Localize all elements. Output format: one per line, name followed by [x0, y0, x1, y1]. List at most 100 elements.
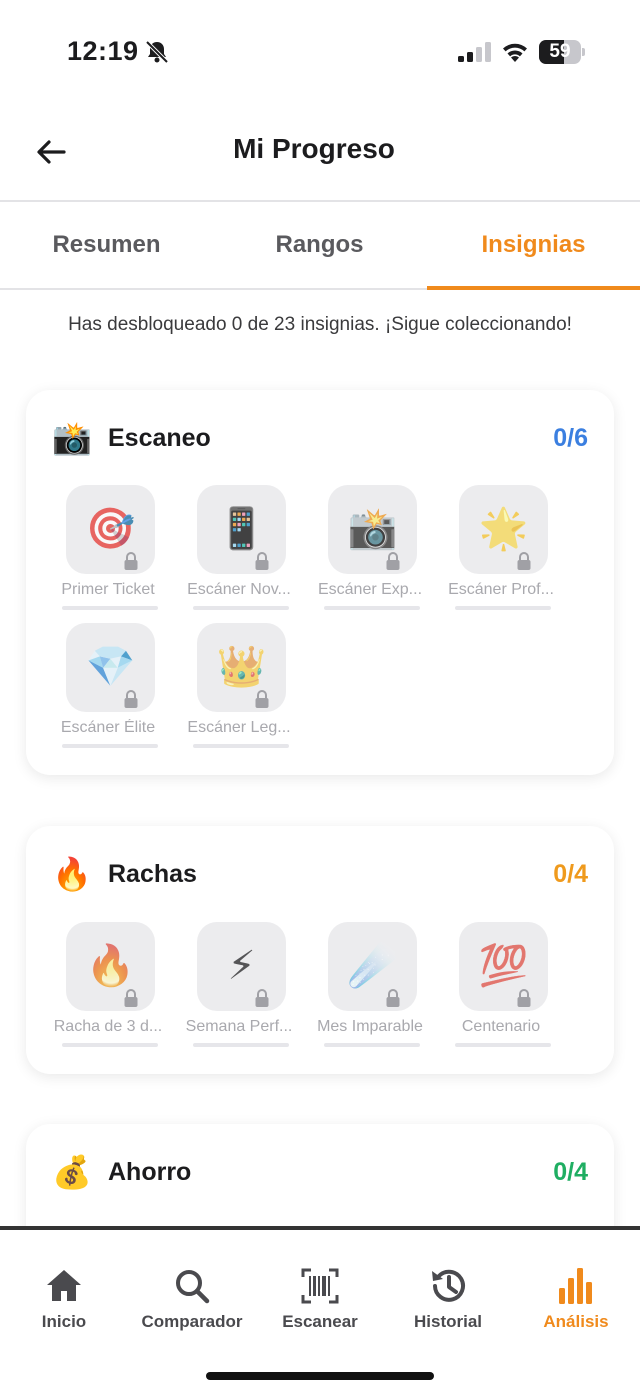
badge-tile: ☄️	[328, 922, 417, 1011]
battery-cap	[582, 48, 585, 56]
nav-label: Historial	[413, 1312, 483, 1331]
fire-icon: 🔥	[85, 944, 136, 988]
category-card-rachas: 🔥 Rachas 0/4 🔥 Racha de 3 d... ⚡ Semana …	[26, 826, 614, 1074]
badge-tile: ⚡	[197, 922, 286, 1011]
home-icon	[47, 1270, 81, 1301]
badges-summary: Has desbloqueado 0 de 23 insignias. ¡Sig…	[68, 314, 572, 335]
target-icon: 🎯	[85, 507, 136, 551]
lock-icon	[386, 552, 400, 570]
badge-escaner-novato[interactable]: 📱 Escáner Nov...	[183, 485, 295, 617]
badge-progress-bar	[193, 606, 289, 610]
category-count: 0/4	[553, 1158, 588, 1186]
camera-flash-icon: 📸	[347, 507, 398, 551]
tab-insignias[interactable]: Insignias	[427, 204, 640, 290]
badge-name: Escáner Nov...	[187, 581, 291, 598]
badge-semana-perfecta[interactable]: ⚡ Semana Perf...	[183, 922, 295, 1054]
history-icon	[432, 1269, 465, 1302]
category-title: Escaneo	[108, 424, 211, 452]
badge-mes-imparable[interactable]: ☄️ Mes Imparable	[314, 922, 426, 1054]
lock-icon	[255, 552, 269, 570]
badge-name: Escáner Exp...	[317, 581, 423, 598]
comet-icon: ☄️	[347, 944, 398, 988]
category-title: Ahorro	[108, 1158, 192, 1186]
crown-icon: 👑	[216, 645, 267, 689]
badge-tile: 📱	[197, 485, 286, 574]
wifi-icon	[503, 43, 527, 62]
badge-progress-bar	[62, 1043, 158, 1047]
nav-historial[interactable]: Historial	[384, 1260, 512, 1340]
nav-label: Inicio	[41, 1312, 87, 1331]
badge-escaner-profesional[interactable]: 🌟 Escáner Prof...	[445, 485, 557, 617]
badge-tile: 🎯	[66, 485, 155, 574]
active-tab-indicator	[427, 286, 640, 290]
badge-progress-bar	[193, 1043, 289, 1047]
badge-progress-bar	[62, 606, 158, 610]
home-indicator	[206, 1372, 434, 1380]
lock-icon	[255, 989, 269, 1007]
battery-percent: 59	[549, 41, 571, 62]
category-count: 0/4	[553, 860, 588, 888]
badge-escaner-legendario[interactable]: 👑 Escáner Leg...	[183, 623, 295, 755]
page-title: Mi Progreso	[233, 133, 395, 164]
bell-slash-icon	[145, 40, 169, 64]
fire-icon: 🔥	[52, 856, 92, 892]
badge-tile: 🌟	[459, 485, 548, 574]
category-card-escaneo: 📸 Escaneo 0/6 🎯 Primer Ticket 📱 Escáner …	[26, 390, 614, 775]
badge-name: Escáner Élite	[60, 719, 156, 736]
search-icon	[176, 1270, 210, 1304]
lock-icon	[386, 989, 400, 1007]
gem-icon: 💎	[85, 645, 136, 689]
nav-inicio[interactable]: Inicio	[0, 1260, 128, 1340]
nav-escanear[interactable]: Escanear	[256, 1260, 384, 1340]
status-bar: 12:19 59	[0, 0, 640, 100]
badge-name: Escáner Prof...	[448, 581, 554, 598]
badge-tile: 💯	[459, 922, 548, 1011]
tab-rangos[interactable]: Rangos	[213, 204, 426, 290]
lightning-icon: ⚡	[227, 944, 256, 988]
lock-icon	[517, 552, 531, 570]
badge-escaner-experto[interactable]: 📸 Escáner Exp...	[314, 485, 426, 617]
badge-primer-ticket[interactable]: 🎯 Primer Ticket	[52, 485, 164, 617]
badge-name: Centenario	[461, 1018, 541, 1035]
nav-comparador[interactable]: Comparador	[128, 1260, 256, 1340]
badge-name: Primer Ticket	[61, 581, 155, 598]
badge-progress-bar	[455, 1043, 551, 1047]
badge-name: Racha de 3 d...	[53, 1018, 163, 1035]
badge-tile: 📸	[328, 485, 417, 574]
money-bag-icon: 💰	[52, 1154, 92, 1190]
lock-icon	[124, 690, 138, 708]
tab-bar: Resumen Rangos Insignias	[0, 204, 640, 290]
badge-racha-3-dias[interactable]: 🔥 Racha de 3 d...	[52, 922, 164, 1054]
badge-tile: 🔥	[66, 922, 155, 1011]
badge-escaner-elite[interactable]: 💎 Escáner Élite	[52, 623, 164, 755]
badge-progress-bar	[193, 744, 289, 748]
barcode-scan-icon	[301, 1268, 339, 1304]
mobile-phone-icon: 📱	[216, 507, 267, 551]
badge-tile: 👑	[197, 623, 286, 712]
nav-analisis[interactable]: Análisis	[512, 1260, 640, 1340]
status-time: 12:19	[67, 36, 139, 66]
cellular-signal-icon	[458, 42, 491, 62]
lock-icon	[255, 690, 269, 708]
badge-centenario[interactable]: 💯 Centenario	[445, 922, 557, 1054]
battery-body: 59	[539, 40, 581, 64]
lock-icon	[517, 989, 531, 1007]
badge-progress-bar	[324, 1043, 420, 1047]
badge-progress-bar	[62, 744, 158, 748]
badge-name: Mes Imparable	[317, 1018, 423, 1035]
camera-flash-icon: 📸	[52, 420, 92, 456]
hundred-points-icon: 💯	[478, 944, 529, 988]
category-title: Rachas	[108, 860, 197, 888]
nav-label: Escanear	[282, 1312, 358, 1331]
tab-resumen[interactable]: Resumen	[0, 204, 213, 290]
lock-icon	[124, 989, 138, 1007]
badge-progress-bar	[324, 606, 420, 610]
bottom-navigation: Inicio Comparador Escanear Historial Aná…	[0, 1226, 640, 1391]
lock-icon	[124, 552, 138, 570]
badge-progress-bar	[455, 606, 551, 610]
nav-label: Comparador	[141, 1312, 243, 1331]
category-count: 0/6	[553, 424, 588, 452]
badge-tile: 💎	[66, 623, 155, 712]
bar-chart-icon	[559, 1268, 592, 1304]
badge-name: Semana Perf...	[185, 1018, 293, 1035]
